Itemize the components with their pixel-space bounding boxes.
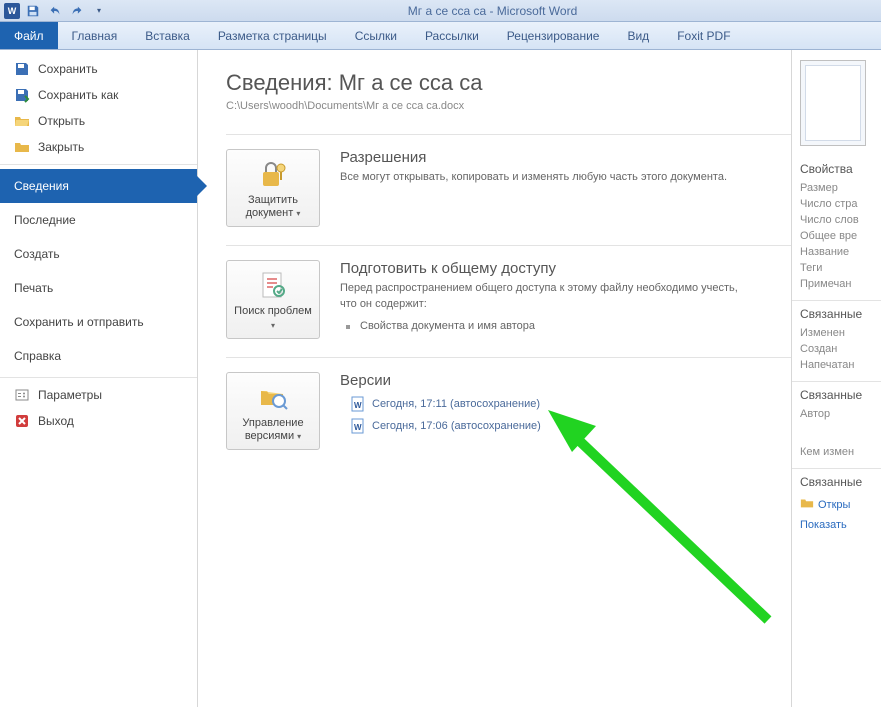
folder-close-icon xyxy=(14,139,30,155)
sidebar-save[interactable]: Сохранить xyxy=(0,56,197,82)
word-doc-icon: W xyxy=(350,418,366,434)
sidebar-label: Выход xyxy=(38,414,74,428)
share-bullet: Свойства документа и имя автора xyxy=(340,318,740,334)
tab-insert[interactable]: Вставка xyxy=(131,22,204,49)
info-main: Сведения: Мг а се сса са C:\Users\woodh\… xyxy=(198,50,791,707)
tab-references[interactable]: Ссылки xyxy=(341,22,411,49)
backstage-view: Сохранить Сохранить как Открыть Закрыть … xyxy=(0,50,881,707)
prop-row: Напечатан xyxy=(800,357,881,373)
version-label: Сегодня, 17:06 (автосохранение) xyxy=(372,420,541,432)
tab-foxit-pdf[interactable]: Foxit PDF xyxy=(663,22,744,49)
props-heading: Свойства xyxy=(800,162,881,176)
word-app-icon: W xyxy=(4,3,20,19)
save-icon xyxy=(14,61,30,77)
qat-customize-icon[interactable]: ▾ xyxy=(90,2,108,20)
props-heading-docs: Связанные xyxy=(800,475,881,489)
prop-row: Изменен xyxy=(800,325,881,341)
prop-row: Размер xyxy=(800,180,881,196)
check-issues-button[interactable]: Поиск проблем ▾ xyxy=(226,260,320,338)
versions-body: Версии W Сегодня, 17:11 (автосохранение)… xyxy=(340,372,541,450)
sidebar-new[interactable]: Создать xyxy=(0,237,197,271)
save-icon[interactable] xyxy=(24,2,42,20)
share-title: Подготовить к общему доступу xyxy=(340,260,740,277)
version-item[interactable]: W Сегодня, 17:06 (автосохранение) xyxy=(340,415,541,437)
tab-page-layout[interactable]: Разметка страницы xyxy=(204,22,341,49)
prop-row: Название xyxy=(800,244,881,260)
redo-icon[interactable] xyxy=(68,2,86,20)
permissions-desc: Все могут открывать, копировать и изменя… xyxy=(340,170,727,185)
permissions-title: Разрешения xyxy=(340,149,727,166)
permissions-section: Защитить документ ▾ Разрешения Все могут… xyxy=(226,134,791,245)
folder-open-icon xyxy=(14,113,30,129)
sidebar-open[interactable]: Открыть xyxy=(0,108,197,134)
sidebar-save-as[interactable]: Сохранить как xyxy=(0,82,197,108)
share-body: Подготовить к общему доступу Перед распр… xyxy=(340,260,740,338)
prop-row: Создан xyxy=(800,341,881,357)
prop-row: Автор xyxy=(800,406,881,422)
save-as-icon xyxy=(14,87,30,103)
sidebar-label: Открыть xyxy=(38,114,85,128)
quick-access-toolbar: W ▾ xyxy=(4,2,108,20)
chevron-down-icon: ▾ xyxy=(297,432,301,441)
manage-versions-button[interactable]: Управление версиями ▾ xyxy=(226,372,320,450)
file-tab[interactable]: Файл xyxy=(0,22,58,49)
version-label: Сегодня, 17:11 (автосохранение) xyxy=(372,398,540,410)
properties-panel: Свойства Размер Число стра Число слов Об… xyxy=(791,50,881,707)
title-bar: W ▾ Мг а се сса са - Microsoft Word xyxy=(0,0,881,22)
sidebar-help[interactable]: Справка xyxy=(0,339,197,373)
show-all-props-link[interactable]: Показать xyxy=(800,516,881,534)
versions-section: Управление версиями ▾ Версии W Сегодня, … xyxy=(226,357,791,468)
version-item[interactable]: W Сегодня, 17:11 (автосохранение) xyxy=(340,393,541,415)
document-path: C:\Users\woodh\Documents\Мг а се сса са.… xyxy=(226,100,791,112)
prepare-share-section: Поиск проблем ▾ Подготовить к общему дос… xyxy=(226,245,791,356)
prop-row: Теги xyxy=(800,260,881,276)
page-heading: Сведения: Мг а се сса са xyxy=(226,70,791,96)
chevron-down-icon: ▾ xyxy=(296,209,300,218)
prop-row: Число слов xyxy=(800,212,881,228)
ribbon-tabs: Файл Главная Вставка Разметка страницы С… xyxy=(0,22,881,50)
sidebar-print[interactable]: Печать xyxy=(0,271,197,305)
prop-row: Число стра xyxy=(800,196,881,212)
word-doc-icon: W xyxy=(350,396,366,412)
sidebar-options[interactable]: Параметры xyxy=(0,382,197,408)
tab-review[interactable]: Рецензирование xyxy=(493,22,614,49)
sidebar-info[interactable]: Сведения xyxy=(0,169,197,203)
sidebar-save-send[interactable]: Сохранить и отправить xyxy=(0,305,197,339)
sidebar-label: Сохранить как xyxy=(38,88,118,102)
sidebar-exit[interactable]: Выход xyxy=(0,408,197,434)
chevron-down-icon: ▾ xyxy=(271,321,275,330)
lock-key-icon xyxy=(257,158,289,190)
open-file-location-link[interactable]: Откры xyxy=(800,493,881,516)
share-desc: Перед распространением общего доступа к … xyxy=(340,281,740,312)
backstage-sidebar: Сохранить Сохранить как Открыть Закрыть … xyxy=(0,50,198,707)
sidebar-label: Сохранить xyxy=(38,62,98,76)
svg-text:W: W xyxy=(354,401,362,410)
sidebar-label: Закрыть xyxy=(38,140,84,154)
sidebar-recent[interactable]: Последние xyxy=(0,203,197,237)
tab-mailings[interactable]: Рассылки xyxy=(411,22,493,49)
undo-icon[interactable] xyxy=(46,2,64,20)
prop-row: Примечан xyxy=(800,276,881,292)
exit-icon xyxy=(14,413,30,429)
inspect-icon xyxy=(257,269,289,301)
prop-row: Кем измен xyxy=(800,444,881,460)
options-icon xyxy=(14,387,30,403)
tab-view[interactable]: Вид xyxy=(613,22,663,49)
permissions-body: Разрешения Все могут открывать, копирова… xyxy=(340,149,727,227)
props-heading-people: Связанные xyxy=(800,388,881,402)
tab-home[interactable]: Главная xyxy=(58,22,132,49)
window-title: Мг а се сса са - Microsoft Word xyxy=(108,4,877,18)
protect-document-button[interactable]: Защитить документ ▾ xyxy=(226,149,320,227)
sidebar-close[interactable]: Закрыть xyxy=(0,134,197,160)
prop-row: Общее вре xyxy=(800,228,881,244)
versions-title: Версии xyxy=(340,372,541,389)
sidebar-label: Параметры xyxy=(38,388,102,402)
svg-text:W: W xyxy=(354,423,362,432)
doc-thumbnail[interactable] xyxy=(800,60,866,146)
folder-icon xyxy=(800,496,814,513)
props-heading-dates: Связанные xyxy=(800,307,881,321)
versions-icon xyxy=(257,381,289,413)
